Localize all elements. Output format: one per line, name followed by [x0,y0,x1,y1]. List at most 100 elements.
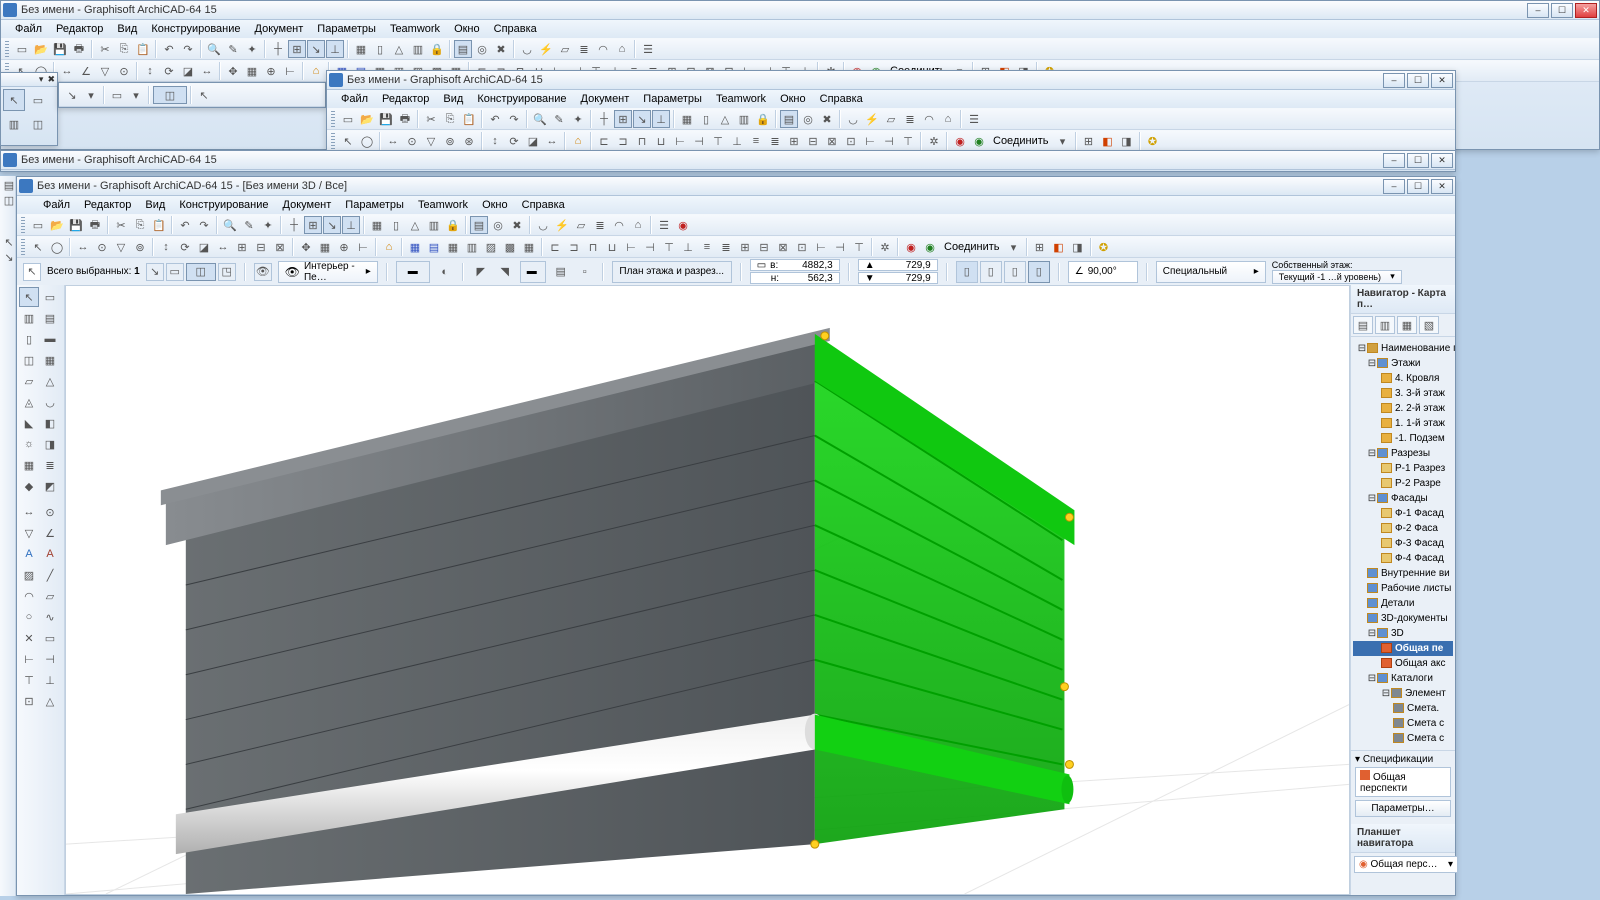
open-icon[interactable]: 📂 [358,110,376,128]
a2-icon[interactable]: ⊐ [614,132,632,150]
array-icon[interactable]: ▦ [243,62,261,80]
lasso-icon[interactable]: ◯ [48,238,66,256]
cw2-tool-icon[interactable]: ◩ [40,476,60,496]
menu-teamwork[interactable]: Teamwork [384,21,446,37]
f2-icon[interactable]: ◧ [1050,238,1068,256]
a3-icon[interactable]: ⊓ [633,132,651,150]
r4-icon[interactable]: ⊚ [441,132,459,150]
window-tool-icon[interactable]: ▦ [40,350,60,370]
floor-own-drop[interactable]: Текущий -1 …й уровень)▾ [1272,270,1402,284]
green-icon[interactable]: ◉ [970,132,988,150]
al4-icon[interactable]: ⊔ [603,238,621,256]
aG-icon[interactable]: ⊣ [880,132,898,150]
drag-icon[interactable]: ✥ [224,62,242,80]
connect-label[interactable]: Соединить [940,241,1004,253]
alA-icon[interactable]: ≣ [717,238,735,256]
dock4-icon[interactable]: ↘ [2,250,16,264]
perp-icon[interactable]: ⊥ [342,216,360,234]
close-button[interactable]: ✕ [1431,73,1453,88]
paste-icon[interactable]: 📋 [134,40,152,58]
new-icon[interactable]: ▭ [29,216,47,234]
r1-icon[interactable]: ↔ [74,238,92,256]
snap-icon[interactable]: ┼ [269,40,287,58]
open-icon[interactable]: 📂 [48,216,66,234]
trace-icon[interactable]: ▤ [470,216,488,234]
chevron-down-icon[interactable]: ▾ [1005,238,1023,256]
minimize-button[interactable]: – [1383,153,1405,168]
wall-tool-icon[interactable]: ▥ [19,308,39,328]
maximize-button[interactable]: ☐ [1551,3,1573,18]
b2-icon[interactable]: ▤ [425,238,443,256]
marker-icon[interactable]: ◎ [799,110,817,128]
eye-icon[interactable]: 👁 [254,263,272,281]
info-arrow-icon[interactable]: ↖ [23,263,41,281]
trace-icon[interactable]: ▤ [454,40,472,58]
grid-tool-icon[interactable]: ▦ [19,455,39,475]
m3-icon[interactable]: ◪ [524,132,542,150]
column-icon[interactable]: ▯ [697,110,715,128]
wall-icon[interactable]: ▥ [425,216,443,234]
f2-icon[interactable]: ◧ [1099,132,1117,150]
curve2-icon[interactable]: ◠ [594,40,612,58]
m5-icon[interactable]: ⊞ [233,238,251,256]
snap-icon[interactable]: ┼ [595,110,613,128]
menu-editor[interactable]: Редактор [50,21,109,37]
menu-editor[interactable]: Редактор [376,91,435,107]
minimize-button[interactable]: – [1527,3,1549,18]
nav-tab1-icon[interactable]: ▤ [1353,316,1373,334]
house-icon[interactable]: ⌂ [613,40,631,58]
opt1-icon[interactable]: ↘ [63,86,81,104]
d4-icon[interactable]: ⊢ [354,238,372,256]
cut-icon[interactable]: ✂ [112,216,130,234]
gear-icon[interactable]: ✲ [876,238,894,256]
grid-snap-icon[interactable]: ⊞ [614,110,632,128]
home-icon[interactable]: ⌂ [380,238,398,256]
house-icon[interactable]: ⌂ [939,110,957,128]
al2-icon[interactable]: ⊐ [565,238,583,256]
close-button[interactable]: ✕ [1431,179,1453,194]
alH-icon[interactable]: ⊤ [850,238,868,256]
a6-icon[interactable]: ⊣ [690,132,708,150]
menu-view[interactable]: Вид [437,91,469,107]
aB-icon[interactable]: ⊞ [785,132,803,150]
column-icon[interactable]: ▯ [387,216,405,234]
aF-icon[interactable]: ⊢ [861,132,879,150]
new-icon[interactable]: ▭ [339,110,357,128]
trace-icon[interactable]: ▤ [780,110,798,128]
marker-icon[interactable]: ◎ [489,216,507,234]
menu-icon[interactable]: ▤ [552,263,570,281]
beam-tool-icon[interactable]: ▬ [40,329,60,349]
mirror-icon[interactable]: ◪ [179,62,197,80]
close-button[interactable]: ✕ [1431,153,1453,168]
mode4-icon[interactable]: ◳ [218,263,236,281]
al9-icon[interactable]: ≡ [698,238,716,256]
wall-icon[interactable]: ▥ [735,110,753,128]
height-a-value[interactable]: 729,9 [906,260,931,271]
dock2-icon[interactable]: ◫ [2,193,16,207]
star-icon[interactable]: ✪ [1144,132,1162,150]
wall-tool-icon[interactable]: ▥ [3,113,25,135]
menu-window[interactable]: Окно [774,91,812,107]
list-icon[interactable]: ☰ [965,110,983,128]
redo-icon[interactable]: ↷ [505,110,523,128]
radial-tool-icon[interactable]: ⊙ [40,502,60,522]
obj-tool-icon[interactable]: ◧ [40,413,60,433]
zoom-icon[interactable]: 🔍 [531,110,549,128]
marker-icon[interactable]: ◎ [473,40,491,58]
clip2-icon[interactable]: ◥ [496,263,514,281]
print-icon[interactable]: 🖶 [86,216,104,234]
menu-construct[interactable]: Конструирование [145,21,246,37]
endpoint-icon[interactable]: ↘ [307,40,325,58]
coord-a-value[interactable]: 4882,3 [802,260,833,271]
alB-icon[interactable]: ⊞ [736,238,754,256]
m2-icon[interactable]: ⟳ [176,238,194,256]
lock-icon[interactable]: 🔒 [428,40,446,58]
r4-icon[interactable]: ⊚ [131,238,149,256]
mode1-icon[interactable]: ↘ [146,263,164,281]
red-icon[interactable]: ◉ [951,132,969,150]
height-b-value[interactable]: 729,9 [906,273,931,284]
print-icon[interactable]: 🖶 [70,40,88,58]
al6-icon[interactable]: ⊣ [641,238,659,256]
pos1-icon[interactable]: ▯ [956,261,978,283]
opt4-icon[interactable]: ▾ [127,86,145,104]
